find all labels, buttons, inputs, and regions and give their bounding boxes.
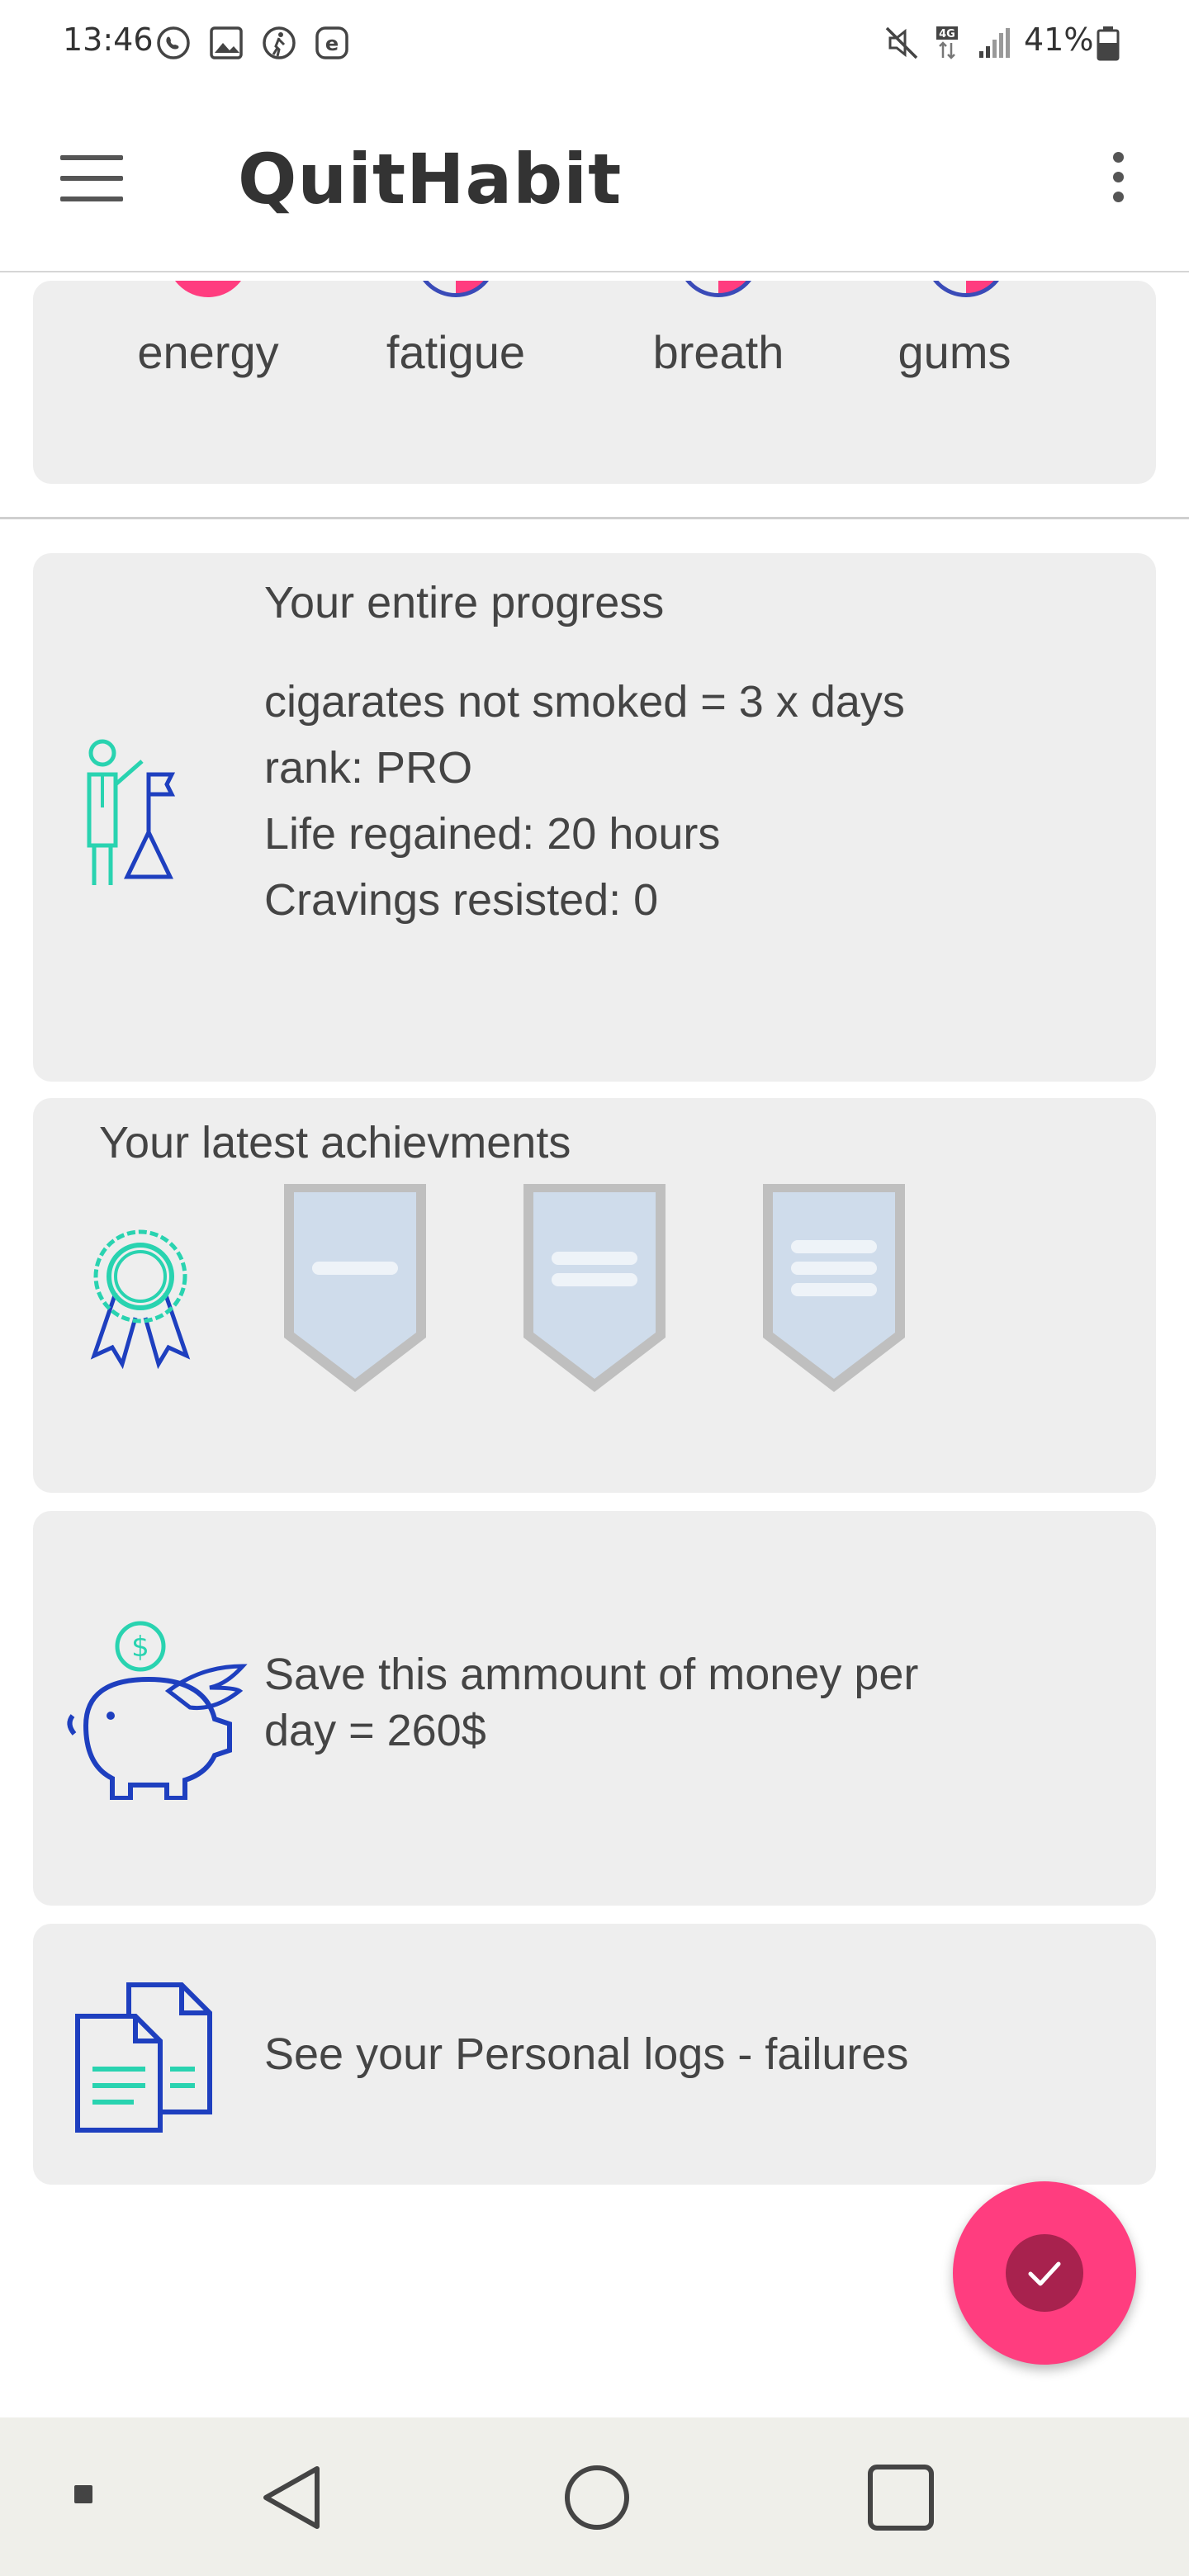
symptom-label-fatigue: fatigue (386, 326, 526, 378)
svg-text:$: $ (131, 1631, 149, 1664)
piggy-bank-icon: $ (67, 1621, 248, 1800)
fab-check-circle (1006, 2234, 1083, 2312)
achievements-title: Your latest achievments (99, 1118, 571, 1167)
progress-title: Your entire progress (264, 578, 665, 627)
battery-percent: 41% (1024, 21, 1094, 58)
check-icon (1028, 2261, 1061, 2286)
documents-icon (75, 1982, 212, 2133)
symptom-label-gums: gums (898, 326, 1011, 378)
achievement-badge-1-icon (284, 1184, 426, 1392)
logs-link-text: See your Personal logs - failures (264, 2029, 909, 2079)
network-4g-icon: 4G (936, 26, 958, 59)
e-app-icon: e (315, 26, 348, 59)
achievement-badge-2-icon (523, 1184, 666, 1392)
progress-line-life: Life regained: 20 hours (264, 809, 721, 859)
gallery-icon (210, 26, 243, 59)
app-title: QuitHabit (238, 139, 623, 220)
section-divider (0, 517, 1189, 519)
mute-icon (885, 26, 918, 59)
menu-button[interactable] (58, 155, 126, 205)
progress-card[interactable]: Your entire progress cigarates not smoke… (33, 553, 1156, 1082)
confirm-fab-button[interactable] (953, 2181, 1136, 2365)
progress-line-cigarettes: cigarates not smoked = 3 x days (264, 677, 905, 727)
status-time: 13:46 (63, 21, 154, 58)
signal-icon (979, 28, 1010, 58)
whatsapp-icon (157, 26, 190, 59)
overflow-menu-button[interactable] (1103, 152, 1133, 211)
money-card[interactable]: $ Save this ammount of money per day = 2… (33, 1511, 1156, 1906)
progress-line-cravings: Cravings resisted: 0 (264, 875, 659, 925)
svg-text:4G: 4G (939, 28, 955, 40)
mountain-achiever-icon (87, 739, 176, 885)
nav-dot-icon (74, 2485, 92, 2503)
recents-icon[interactable] (864, 2460, 938, 2535)
back-icon[interactable] (256, 2460, 330, 2535)
status-bar: 13:46 e 4G 41% (0, 0, 1189, 86)
breath-progress-ring (677, 281, 760, 297)
symptom-label-breath: breath (652, 326, 784, 378)
achievements-card[interactable]: Your latest achievments (33, 1098, 1156, 1493)
fatigue-progress-ring (414, 281, 497, 297)
symptoms-card: energy fatigue breath gums (33, 281, 1156, 484)
progress-line-rank: rank: PRO (264, 743, 473, 793)
walking-icon (263, 26, 296, 59)
money-line-1: Save this ammount of money per (264, 1650, 919, 1699)
battery-icon (1097, 26, 1120, 61)
home-icon[interactable] (560, 2460, 634, 2535)
money-line-2: day = 260$ (264, 1706, 486, 1755)
award-ribbon-icon (90, 1229, 191, 1370)
achievement-badge-3-icon (763, 1184, 905, 1392)
gums-progress-ring (925, 281, 1007, 297)
logs-card[interactable]: See your Personal logs - failures (33, 1924, 1156, 2185)
svg-text:e: e (325, 32, 339, 55)
symptom-label-energy: energy (137, 326, 279, 378)
energy-progress-ring (167, 281, 249, 297)
system-nav-bar (0, 2417, 1189, 2576)
